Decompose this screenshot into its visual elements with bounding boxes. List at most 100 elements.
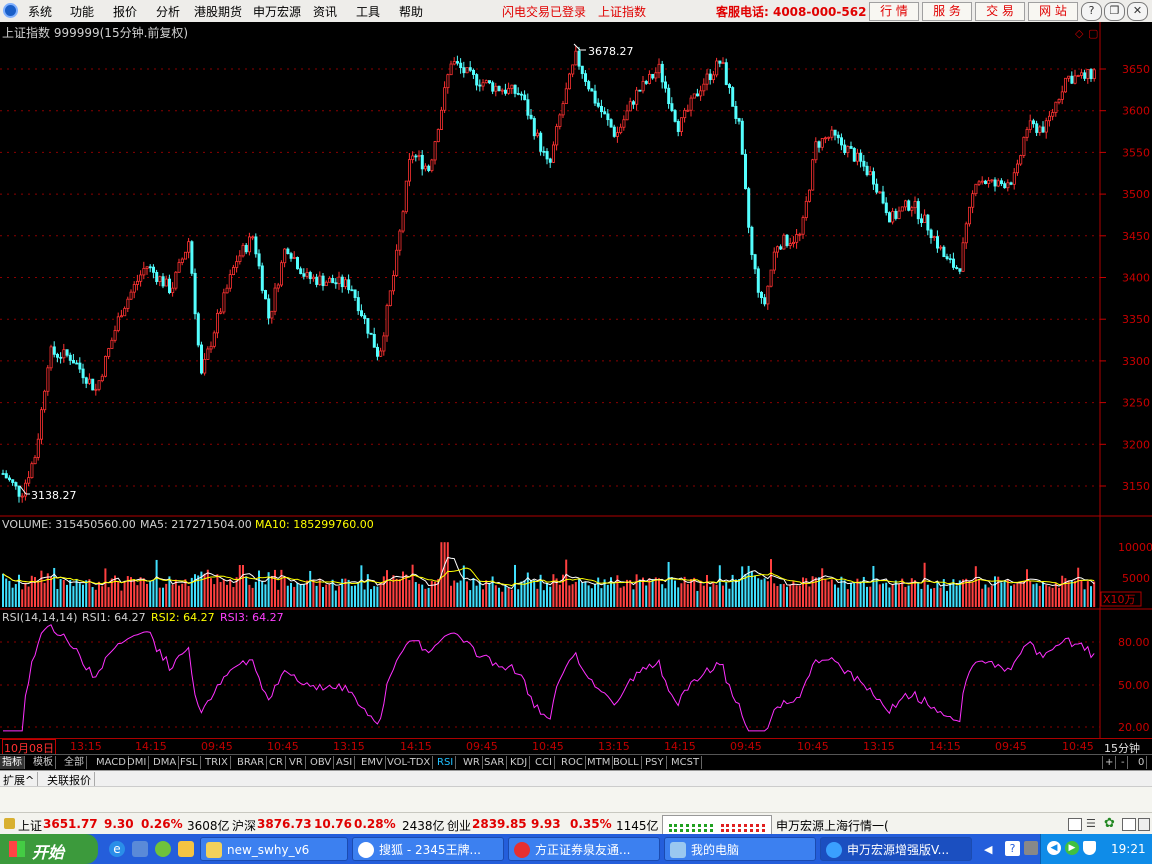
tray-help-icon[interactable]: ? (1005, 841, 1020, 856)
task-browser[interactable]: 搜狐 - 2345王牌... (352, 837, 504, 861)
menu-quote[interactable]: 报价 (113, 3, 137, 20)
volume-bar (46, 573, 49, 607)
market-button[interactable]: 行 情 (869, 2, 919, 21)
tab-dma[interactable]: DMA (151, 756, 180, 769)
gear-icon[interactable]: ✿ (1104, 816, 1115, 831)
candle-body (744, 153, 748, 190)
restore-icon[interactable]: ❐ (1104, 2, 1125, 21)
tab-cci[interactable]: CCI (533, 756, 555, 769)
tab-mcst[interactable]: MCST (669, 756, 703, 769)
tray-security-icon[interactable] (1083, 841, 1096, 855)
candle-body (148, 266, 152, 269)
app-quicklaunch-icon[interactable] (178, 841, 194, 857)
task-swhy[interactable]: 申万宏源增强版V... (820, 837, 972, 861)
volume-ma5-line (2, 556, 1095, 590)
tray-expand-icon[interactable]: ◀ (984, 843, 992, 856)
index-notice[interactable]: 上证指数 (598, 3, 646, 20)
tab-cr[interactable]: CR (267, 756, 286, 769)
volume-bar (546, 583, 548, 607)
ie-quicklaunch-icon[interactable]: e (109, 841, 125, 857)
candle-body (785, 234, 789, 246)
candle-body (619, 126, 623, 134)
candle-body (311, 276, 315, 280)
tab-all[interactable]: 全部 (62, 756, 87, 769)
window-icon[interactable] (1138, 818, 1150, 831)
reset-zoom-button[interactable]: 0 (1136, 756, 1148, 769)
tray-back-icon[interactable]: ◀ (1047, 841, 1061, 855)
menu-function[interactable]: 功能 (70, 3, 94, 20)
task-fangzheng[interactable]: 方正证券泉友通... (508, 837, 660, 861)
hs-value[interactable]: 3876.73 (257, 817, 312, 831)
tab-emv[interactable]: EMV (359, 756, 386, 769)
menu-tools[interactable]: 工具 (356, 3, 380, 20)
task-my-computer[interactable]: 我的电脑 (664, 837, 816, 861)
tab-kdj[interactable]: KDJ (508, 756, 531, 769)
candle-body (199, 344, 203, 374)
notice-icon[interactable] (1122, 818, 1136, 831)
zoom-out-button[interactable]: - (1119, 756, 1128, 769)
tab-rsi[interactable]: RSI (435, 756, 457, 769)
candle-body (350, 289, 354, 292)
tab-vol-tdx[interactable]: VOL-TDX (385, 756, 434, 769)
tab-psy[interactable]: PSY (643, 756, 667, 769)
menu-swhy[interactable]: 申万宏源 (253, 3, 301, 20)
volume-bar (1067, 580, 1070, 607)
tab-vr[interactable]: VR (287, 756, 306, 769)
tab-macd[interactable]: MACD (94, 756, 129, 769)
candle-body (107, 348, 111, 357)
trade-login-notice[interactable]: 闪电交易已登录 (502, 3, 586, 20)
menu-system[interactable]: 系统 (28, 3, 52, 20)
help-icon[interactable]: ? (1081, 2, 1102, 21)
candle-body (254, 236, 258, 255)
tab-template[interactable]: 模板 (31, 756, 56, 769)
tab-sar[interactable]: SAR (482, 756, 508, 769)
extension-bar: 扩展^ 关联报价 (0, 770, 1152, 788)
menu-info[interactable]: 资讯 (313, 3, 337, 20)
volume-bar (264, 584, 267, 607)
tab-fsl[interactable]: FSL (178, 756, 201, 769)
kline-chart[interactable]: 3650 3600 3550 3500 3450 3400 3350 3300 3250 3200… (0, 22, 1152, 738)
ticker-text[interactable]: 申万宏源上海行情一( (776, 817, 889, 834)
candle-body (459, 62, 463, 69)
tray-network-icon[interactable] (1024, 841, 1038, 855)
menu-hk-futures[interactable]: 港股期货 (194, 3, 242, 20)
menu-help[interactable]: 帮助 (399, 3, 423, 20)
cy-value[interactable]: 2839.85 (472, 817, 527, 831)
menu-analysis[interactable]: 分析 (156, 3, 180, 20)
sh-value[interactable]: 3651.77 (43, 817, 98, 831)
tab-roc[interactable]: ROC (559, 756, 586, 769)
date-axis-label: 10:45 (532, 740, 564, 753)
tab-dmi[interactable]: DMI (125, 756, 150, 769)
volume-bar (66, 584, 68, 607)
trade-button[interactable]: 交 易 (975, 2, 1025, 21)
tab-obv[interactable]: OBV (308, 756, 335, 769)
tray-play-icon[interactable]: ▶ (1065, 841, 1079, 855)
desktop-quicklaunch-icon[interactable] (132, 841, 148, 857)
close-icon[interactable]: ✕ (1127, 2, 1148, 21)
tab-indicator[interactable]: 指标 (0, 756, 25, 769)
candle-body (414, 155, 418, 158)
tab-mtm[interactable]: MTM (585, 756, 614, 769)
candle-body (1016, 163, 1020, 174)
candle-body (894, 210, 898, 219)
message-icon[interactable] (1068, 818, 1082, 831)
task-folder[interactable]: new_swhy_v6 (200, 837, 348, 861)
chart-area[interactable]: 3650 3600 3550 3500 3450 3400 3350 3300 3250 3200… (0, 22, 1152, 738)
browser-quicklaunch-icon[interactable] (155, 841, 171, 857)
start-button[interactable]: 开始 (0, 834, 98, 864)
sh-change: 9.30 (104, 817, 134, 831)
candle-body (84, 377, 88, 384)
panel-diamond-icon[interactable]: ◇ (1075, 27, 1084, 40)
tab-boll[interactable]: BOLL (611, 756, 642, 769)
tab-brar[interactable]: BRAR (235, 756, 268, 769)
tab-trix[interactable]: TRIX (203, 756, 231, 769)
panel-maximize-icon[interactable]: ▢ (1088, 27, 1098, 40)
candle-body (171, 287, 175, 294)
zoom-in-button[interactable]: + (1102, 756, 1117, 769)
service-button[interactable]: 服 务 (922, 2, 972, 21)
tab-wr[interactable]: WR (461, 756, 483, 769)
website-button[interactable]: 网 站 (1028, 2, 1078, 21)
date-axis-label: 10:45 (797, 740, 829, 753)
candle-body (558, 114, 562, 127)
tab-asi[interactable]: ASI (334, 756, 356, 769)
